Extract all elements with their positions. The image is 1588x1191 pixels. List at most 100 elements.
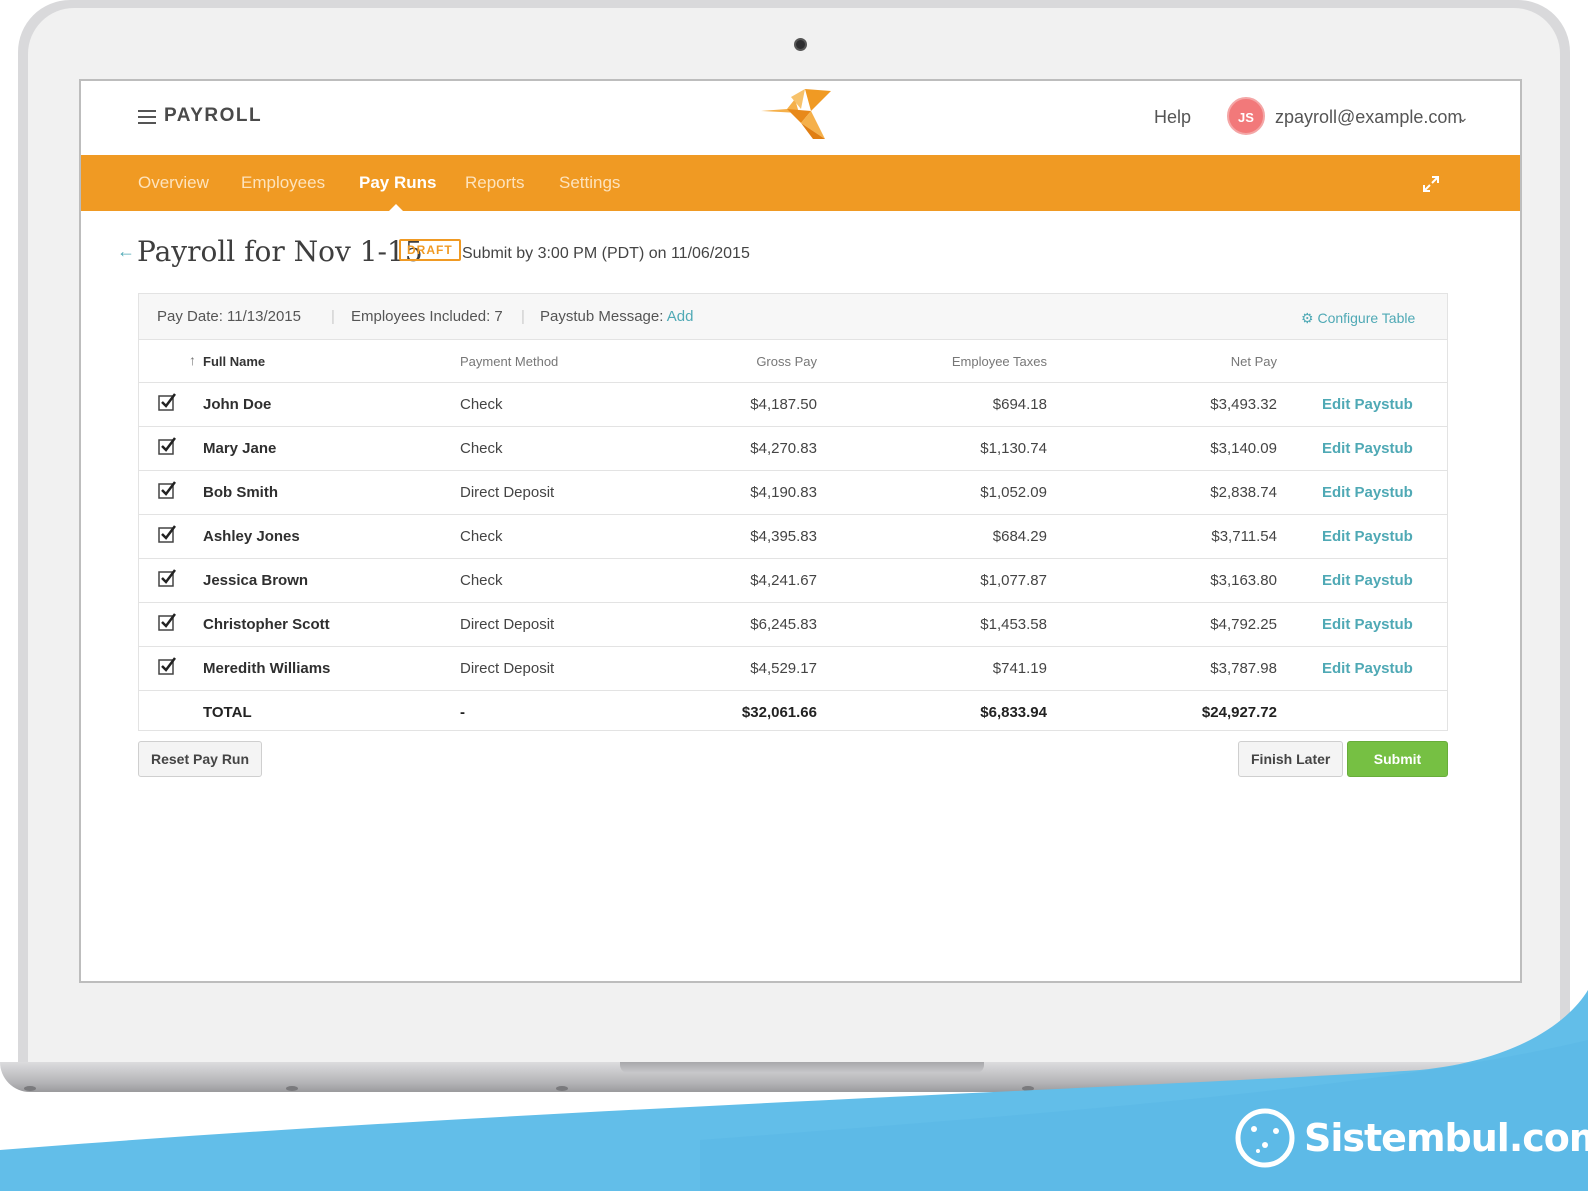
header-net-pay[interactable]: Net Pay [1231, 354, 1277, 369]
chevron-down-icon[interactable]: ⌄ [1457, 109, 1469, 126]
header-payment-method[interactable]: Payment Method [460, 354, 558, 369]
table-row: Christopher Scott Direct Deposit $6,245.… [139, 602, 1447, 646]
table-row: Mary Jane Check $4,270.83 $1,130.74 $3,1… [139, 426, 1447, 470]
payment-method: Direct Deposit [460, 484, 555, 501]
net-pay: $3,787.98 [1210, 660, 1277, 677]
gross-pay: $4,190.83 [750, 484, 817, 501]
payment-method: Check [460, 572, 503, 589]
table-row: John Doe Check $4,187.50 $694.18 $3,493.… [139, 382, 1447, 426]
table-meta-bar: Pay Date: 11/13/2015 | Employees Include… [139, 294, 1447, 340]
submit-run-button[interactable]: Submit Run [1347, 741, 1448, 801]
laptop-foot [556, 1086, 568, 1091]
expand-icon[interactable] [1422, 175, 1440, 193]
back-arrow-icon[interactable]: ← [117, 241, 135, 262]
row-checkbox-icon[interactable] [158, 393, 176, 411]
total-gross: $32,061.66 [741, 704, 817, 721]
row-checkbox-icon[interactable] [158, 657, 176, 675]
edit-paystub-link[interactable]: Edit Paystub [1322, 616, 1413, 633]
watermark: Sistembul.com [1234, 1106, 1588, 1170]
total-net: $24,927.72 [1201, 704, 1277, 721]
nav-employees[interactable]: Employees [241, 173, 325, 193]
row-checkbox-icon[interactable] [158, 613, 176, 631]
header-full-name[interactable]: Full Name [203, 354, 265, 369]
help-link[interactable]: Help [1154, 107, 1191, 128]
payment-method: Check [460, 528, 503, 545]
payment-method: Direct Deposit [460, 616, 555, 633]
configure-table-link[interactable]: ⚙ Configure Table [1301, 310, 1415, 327]
total-row: TOTAL - $32,061.66 $6,833.94 $24,927.72 [139, 690, 1447, 734]
gross-pay: $4,241.67 [750, 572, 817, 589]
payment-method: Check [460, 440, 503, 457]
header-gross-pay[interactable]: Gross Pay [756, 354, 817, 369]
employee-name: Christopher Scott [203, 616, 330, 633]
edit-paystub-link[interactable]: Edit Paystub [1322, 528, 1413, 545]
employee-name: Meredith Williams [203, 660, 331, 677]
employee-taxes: $1,077.87 [980, 572, 1047, 589]
laptop-foot [1022, 1086, 1034, 1091]
paystub-add-link[interactable]: Add [667, 308, 694, 325]
page-title: Payroll for Nov 1-15 [137, 235, 423, 268]
gross-pay: $4,270.83 [750, 440, 817, 457]
gross-pay: $6,245.83 [750, 616, 817, 633]
employee-taxes: $1,130.74 [980, 440, 1047, 457]
row-checkbox-icon[interactable] [158, 525, 176, 543]
laptop-hinge [620, 1062, 984, 1073]
laptop-foot [1290, 1086, 1302, 1091]
employee-name: John Doe [203, 396, 272, 413]
app-title: PAYROLL [164, 105, 263, 126]
row-checkbox-icon[interactable] [158, 437, 176, 455]
edit-paystub-link[interactable]: Edit Paystub [1322, 396, 1413, 413]
pay-run-table: Pay Date: 11/13/2015 | Employees Include… [138, 293, 1448, 731]
table-row: Meredith Williams Direct Deposit $4,529.… [139, 646, 1447, 690]
gross-pay: $4,395.83 [750, 528, 817, 545]
separator: | [331, 308, 335, 325]
user-menu[interactable]: zpayroll@example.com [1275, 107, 1462, 128]
table-row: Bob Smith Direct Deposit $4,190.83 $1,05… [139, 470, 1447, 514]
edit-paystub-link[interactable]: Edit Paystub [1322, 572, 1413, 589]
pay-date: Pay Date: 11/13/2015 [157, 308, 301, 325]
top-bar: PAYROLL Help JS zpayroll@example.com ⌄ [81, 81, 1520, 155]
laptop-foot [286, 1086, 298, 1091]
employees-included: Employees Included: 7 [351, 308, 503, 325]
nav-overview[interactable]: Overview [138, 173, 209, 193]
edit-paystub-link[interactable]: Edit Paystub [1322, 660, 1413, 677]
employee-name: Jessica Brown [203, 572, 309, 589]
nav-pay-runs[interactable]: Pay Runs [359, 173, 436, 193]
net-pay: $3,140.09 [1210, 440, 1277, 457]
table-row: Jessica Brown Check $4,241.67 $1,077.87 … [139, 558, 1447, 602]
watermark-text: Sistembul.com [1304, 1116, 1588, 1160]
edit-paystub-link[interactable]: Edit Paystub [1322, 484, 1413, 501]
sort-arrow-icon[interactable]: ↑ [189, 352, 196, 368]
payment-method: Check [460, 396, 503, 413]
avatar[interactable]: JS [1227, 97, 1265, 135]
reset-pay-run-button[interactable]: Reset Pay Run [138, 741, 263, 777]
net-pay: $3,711.54 [1211, 528, 1277, 545]
header-employee-taxes[interactable]: Employee Taxes [952, 354, 1047, 369]
employee-name: Bob Smith [203, 484, 278, 501]
net-pay: $3,493.32 [1210, 396, 1277, 413]
laptop-foot [24, 1086, 36, 1091]
row-checkbox-icon[interactable] [158, 569, 176, 587]
camera [794, 38, 807, 51]
total-label: TOTAL [203, 704, 252, 721]
net-pay: $2,838.74 [1210, 484, 1277, 501]
configure-table-label: Configure Table [1317, 310, 1416, 326]
hamburger-menu-icon[interactable] [138, 110, 156, 124]
paystub-message: Paystub Message: Add [540, 308, 693, 325]
row-checkbox-icon[interactable] [158, 481, 176, 499]
employee-taxes: $694.18 [992, 396, 1047, 413]
screen: PAYROLL Help JS zpayroll@example.com ⌄ O… [79, 79, 1522, 983]
edit-paystub-link[interactable]: Edit Paystub [1322, 440, 1413, 457]
submit-deadline: Submit by 3:00 PM (PDT) on 11/06/2015 [462, 245, 750, 262]
total-taxes: $6,833.94 [980, 704, 1047, 721]
employee-taxes: $741.19 [992, 660, 1047, 677]
separator: | [521, 308, 525, 325]
employee-taxes: $684.29 [992, 528, 1047, 545]
nav-reports[interactable]: Reports [465, 173, 525, 193]
finish-later-button[interactable]: Finish Later [1238, 741, 1344, 777]
status-badge: DRAFT [399, 239, 461, 261]
nav-settings[interactable]: Settings [559, 173, 620, 193]
bird-logo-icon [761, 89, 831, 139]
employee-taxes: $1,453.58 [980, 616, 1047, 633]
total-method: - [460, 704, 465, 721]
